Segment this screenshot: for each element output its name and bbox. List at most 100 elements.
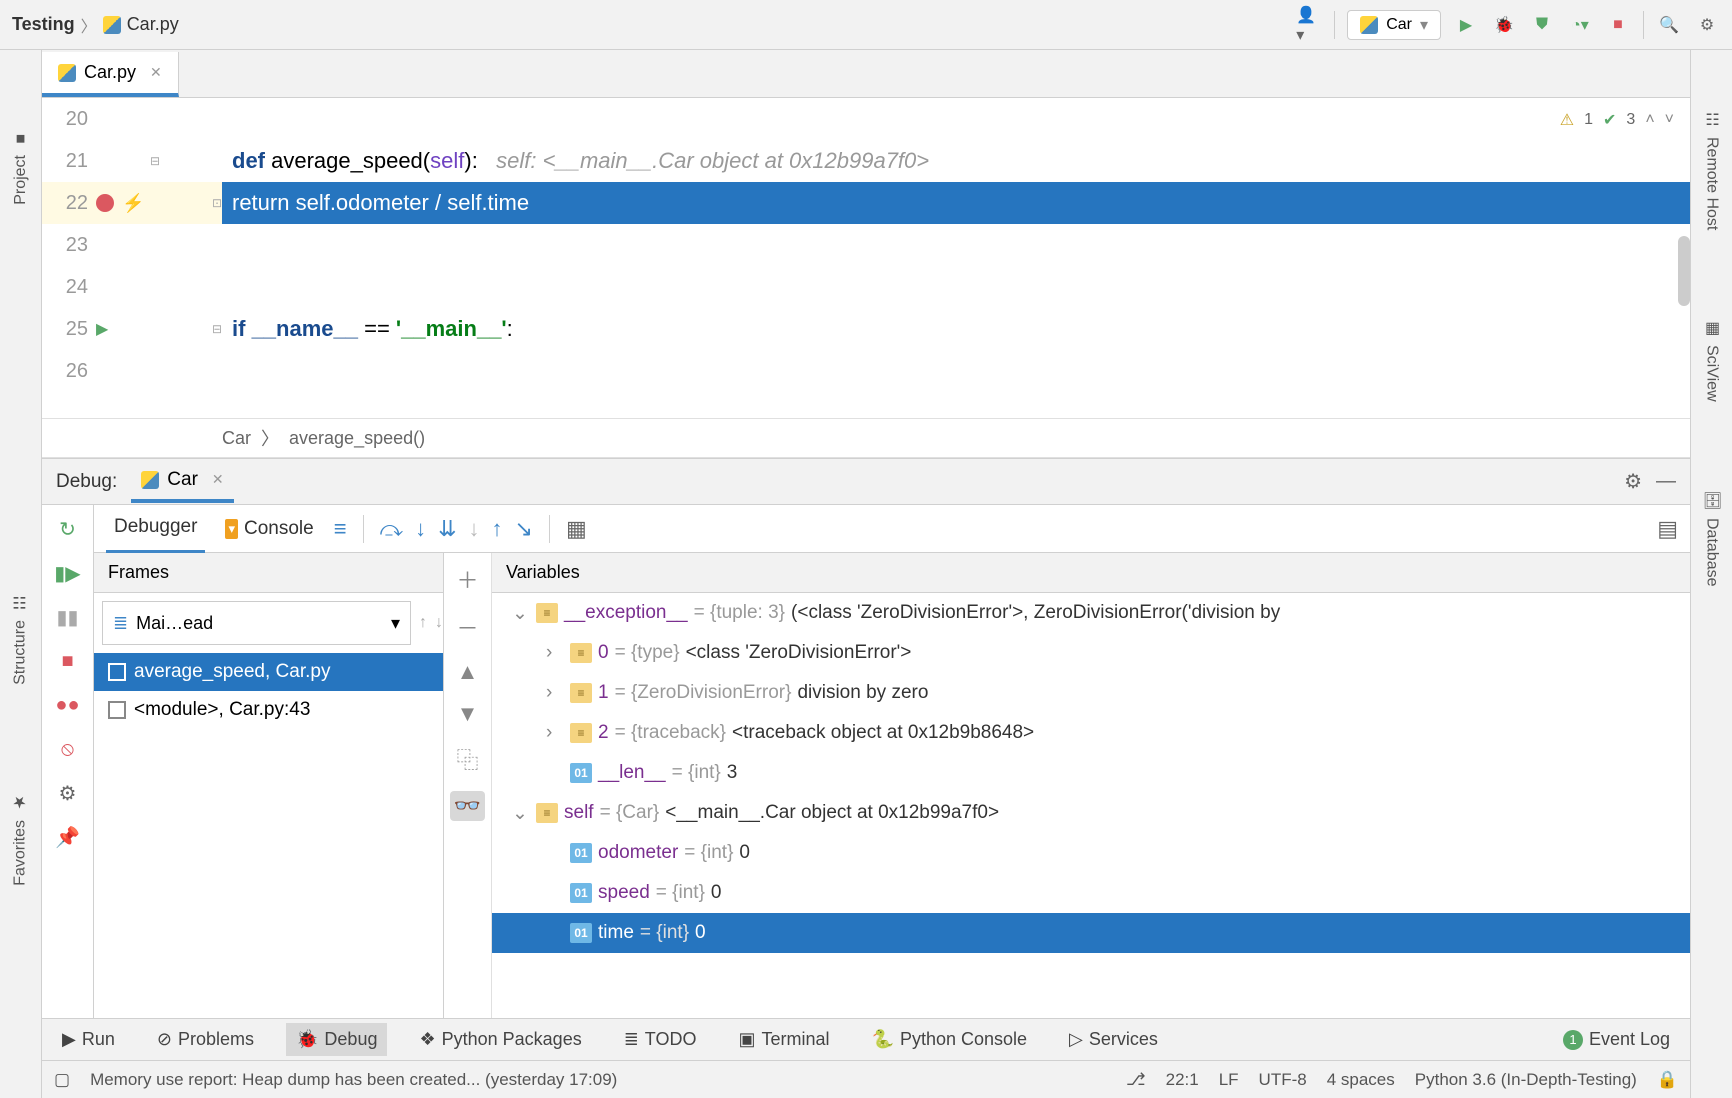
rerun-icon[interactable]: ↻ <box>54 515 82 543</box>
file-encoding[interactable]: UTF-8 <box>1259 1070 1307 1090</box>
editor-gutter[interactable]: 20 21⊟ 22⚡⊡ 23 24 25▶⊟ 26 <box>42 98 222 418</box>
pause-icon[interactable]: ▮▮ <box>54 603 82 631</box>
problems-tool-button[interactable]: ⊘ Problems <box>147 1023 264 1056</box>
lock-icon[interactable]: 🔒 <box>1657 1070 1678 1090</box>
step-into-icon[interactable]: ↓ <box>415 516 426 542</box>
chevron-right-icon[interactable]: › <box>546 642 564 664</box>
chevron-down-icon[interactable]: ⌄ <box>512 802 530 825</box>
coverage-icon[interactable]: ⛊ <box>1529 12 1555 38</box>
scrollbar-vertical[interactable] <box>1678 236 1690 306</box>
next-frame-icon[interactable]: ↓ <box>435 614 443 632</box>
run-tool-button[interactable]: ▶ Run <box>52 1023 125 1056</box>
run-config-selector[interactable]: Car ▾ <box>1347 10 1441 40</box>
debug-tool-button[interactable]: 🐞 Debug <box>286 1023 387 1056</box>
pin-icon[interactable]: 📌 <box>54 823 82 851</box>
variable-row[interactable]: ›≡ 2 = {traceback} <traceback object at … <box>492 713 1690 753</box>
code-area[interactable]: def average_speed(self): self: <__main__… <box>222 98 1690 418</box>
thread-selector[interactable]: ≣ Mai…ead ▾ <box>102 601 411 645</box>
variable-row[interactable]: 01 odometer = {int} 0 <box>492 833 1690 873</box>
variable-row[interactable]: 01 speed = {int} 0 <box>492 873 1690 913</box>
prev-frame-icon[interactable]: ↑ <box>419 614 427 632</box>
variable-row[interactable]: 01 time = {int} 0 <box>492 913 1690 953</box>
force-step-icon[interactable]: ↓ <box>469 516 480 542</box>
project-tool-button[interactable]: Project ■ <box>12 130 30 205</box>
status-icon[interactable]: ▢ <box>54 1070 70 1090</box>
profile-icon[interactable]: ◔▾ <box>1567 12 1593 38</box>
console-tool-button[interactable]: 🐍 Python Console <box>862 1023 1038 1056</box>
debugger-tab[interactable]: Debugger <box>106 504 205 554</box>
event-log-button[interactable]: 1 Event Log <box>1553 1023 1680 1056</box>
threads-icon[interactable]: ≡ <box>334 516 347 542</box>
variable-row[interactable]: ›≡ 1 = {ZeroDivisionError} division by z… <box>492 673 1690 713</box>
debug-icon[interactable]: 🐞 <box>1491 12 1517 38</box>
crumb-class[interactable]: Car <box>222 428 251 449</box>
settings-icon[interactable]: ⚙ <box>54 779 82 807</box>
search-icon[interactable]: 🔍 <box>1656 12 1682 38</box>
line-separator[interactable]: LF <box>1219 1070 1239 1090</box>
services-tool-button[interactable]: ▷ Services <box>1059 1023 1168 1056</box>
run-icon[interactable]: ▶ <box>1453 12 1479 38</box>
breadcrumb-file[interactable]: Car.py <box>127 14 179 35</box>
resume-icon[interactable]: ▮▶ <box>54 559 82 587</box>
view-breakpoints-icon[interactable]: ●● <box>54 691 82 719</box>
chevron-right-icon[interactable]: › <box>546 682 564 704</box>
up-icon[interactable]: ▲ <box>457 659 479 685</box>
chevron-up-icon[interactable]: ˄ <box>1645 111 1654 129</box>
structure-tool-button[interactable]: Structure ☷ <box>11 593 30 685</box>
step-out-icon[interactable]: ↑ <box>492 516 503 542</box>
frame-item[interactable]: <module>, Car.py:43 <box>94 691 443 729</box>
breadcrumb-project[interactable]: Testing <box>12 14 75 35</box>
variable-row[interactable]: ⌄≡ __exception__ = {tuple: 3} (<class 'Z… <box>492 593 1690 633</box>
gear-icon[interactable]: ⚙ <box>1694 12 1720 38</box>
breakpoint-icon[interactable] <box>96 194 114 212</box>
glasses-icon[interactable]: 👓 <box>450 791 485 821</box>
add-watch-icon[interactable]: ＋ <box>456 563 478 595</box>
remote-host-button[interactable]: ☷ Remote Host <box>1702 110 1721 230</box>
minimize-icon[interactable]: — <box>1656 470 1676 493</box>
close-icon[interactable]: ✕ <box>150 64 162 81</box>
layout-icon[interactable]: ▤ <box>1657 516 1678 542</box>
database-button[interactable]: 🗄 Database <box>1702 490 1721 587</box>
code-editor[interactable]: 20 21⊟ 22⚡⊡ 23 24 25▶⊟ 26 def average_sp… <box>42 98 1690 418</box>
frame-item[interactable]: average_speed, Car.py <box>94 653 443 691</box>
terminal-tool-button[interactable]: ▣ Terminal <box>728 1023 839 1056</box>
file-tab-car[interactable]: Car.py ✕ <box>42 52 179 97</box>
stop-icon[interactable]: ■ <box>54 647 82 675</box>
packages-tool-button[interactable]: ❖ Python Packages <box>409 1023 591 1056</box>
todo-tool-button[interactable]: ≣ TODO <box>614 1023 707 1056</box>
status-message[interactable]: Memory use report: Heap dump has been cr… <box>90 1070 617 1090</box>
fold-icon[interactable]: ⊡ <box>212 196 222 210</box>
variable-row[interactable]: ›≡ 0 = {type} <class 'ZeroDivisionError'… <box>492 633 1690 673</box>
sciview-button[interactable]: ▦ SciView <box>1702 318 1721 402</box>
user-icon[interactable]: 👤▾ <box>1296 12 1322 38</box>
down-icon[interactable]: ▼ <box>457 701 479 727</box>
favorites-tool-button[interactable]: Favorites ★ <box>11 793 30 886</box>
debug-session-tab[interactable]: Car ✕ <box>131 461 233 503</box>
chevron-down-icon[interactable]: ⌄ <box>512 602 530 625</box>
variable-row[interactable]: ⌄≡ self = {Car} <__main__.Car object at … <box>492 793 1690 833</box>
stop-icon[interactable]: ■ <box>1605 12 1631 38</box>
fold-icon[interactable]: ⊟ <box>150 154 160 168</box>
indent-setting[interactable]: 4 spaces <box>1327 1070 1395 1090</box>
mute-breakpoints-icon[interactable]: ⦸ <box>54 735 82 763</box>
chevron-right-icon[interactable]: › <box>546 722 564 744</box>
remove-watch-icon[interactable]: － <box>456 611 478 643</box>
copy-icon[interactable]: ⿻ <box>456 743 478 775</box>
crumb-method[interactable]: average_speed() <box>289 428 425 449</box>
step-over-icon[interactable]: ⤼ <box>380 516 404 542</box>
git-icon[interactable]: ⎇ <box>1126 1070 1146 1090</box>
evaluate-icon[interactable]: ▦ <box>566 516 587 542</box>
variable-row[interactable]: 01 __len__ = {int} 3 <box>492 753 1690 793</box>
gear-icon[interactable]: ⚙ <box>1624 469 1642 494</box>
variables-tree[interactable]: ⌄≡ __exception__ = {tuple: 3} (<class 'Z… <box>492 593 1690 1018</box>
step-into-my-icon[interactable]: ⇊ <box>438 516 456 542</box>
run-to-cursor-icon[interactable]: ↘ <box>515 516 533 542</box>
run-gutter-icon[interactable]: ▶ <box>96 319 108 339</box>
interpreter[interactable]: Python 3.6 (In-Depth-Testing) <box>1415 1070 1637 1090</box>
chevron-down-icon[interactable]: ˅ <box>1665 111 1674 129</box>
cursor-position[interactable]: 22:1 <box>1166 1070 1199 1090</box>
inspections-widget[interactable]: ⚠1 ✔3 ˄ ˅ <box>1560 110 1674 130</box>
fold-icon[interactable]: ⊟ <box>212 322 222 336</box>
close-icon[interactable]: ✕ <box>212 471 224 488</box>
console-tab[interactable]: ▾ Console <box>217 506 321 552</box>
